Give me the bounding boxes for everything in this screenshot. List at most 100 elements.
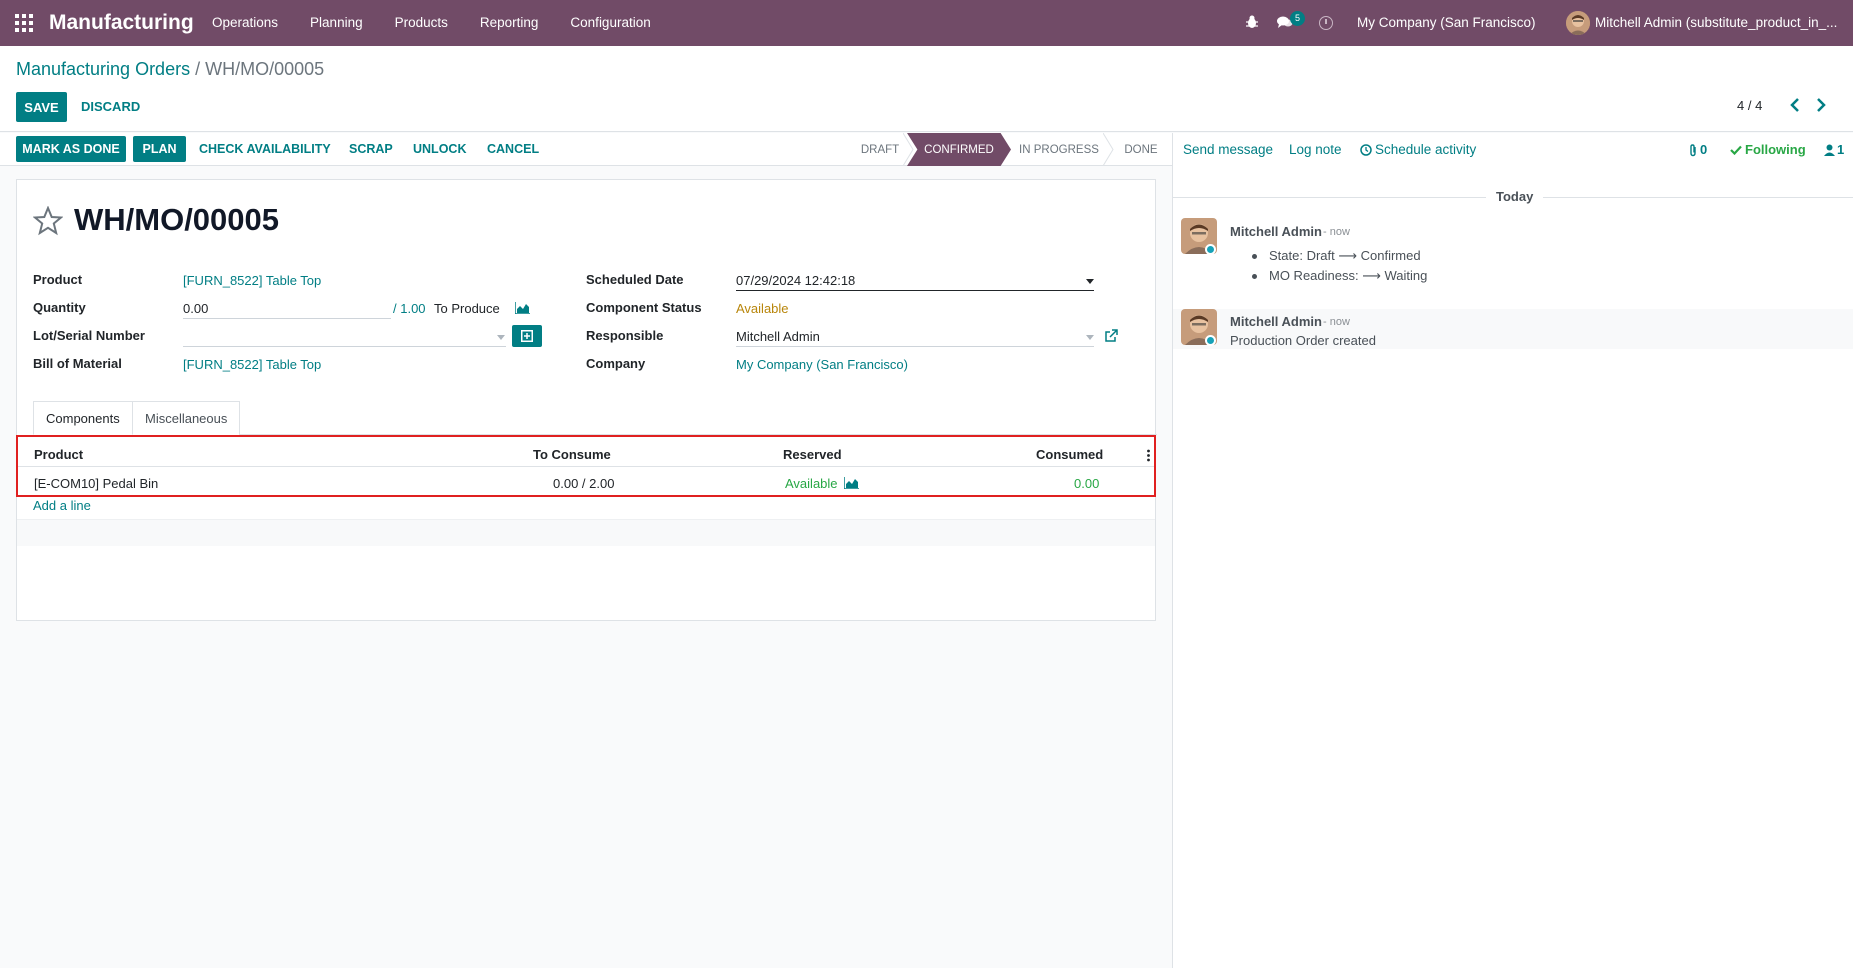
cancel-button[interactable]: CANCEL	[487, 142, 539, 156]
chatter-message: Mitchell Admin - now State: Draft ⟶ Conf…	[1173, 218, 1853, 298]
company-field[interactable]: My Company (San Francisco)	[736, 357, 908, 372]
breadcrumb-current: WH/MO/00005	[205, 59, 325, 79]
chatter-message: Mitchell Admin - now Production Order cr…	[1173, 309, 1853, 349]
online-status-dot	[1205, 244, 1216, 255]
send-message-button[interactable]: Send message	[1183, 142, 1273, 157]
menu-configuration[interactable]: Configuration	[570, 15, 650, 30]
form-sheet: WH/MO/00005 Product [FURN_8522] Table To…	[16, 179, 1157, 621]
component-status-value: Available	[736, 301, 789, 316]
quantity-input[interactable]: 0.00	[183, 301, 208, 316]
responsible-label: Responsible	[586, 328, 664, 343]
bullet	[1252, 274, 1257, 279]
message-body: Production Order created	[1230, 333, 1376, 348]
chevron-right-icon[interactable]	[1814, 96, 1828, 114]
pager-value[interactable]: 4 / 4	[1737, 98, 1762, 113]
chatter-panel: Send message Log note Schedule activity …	[1172, 133, 1853, 968]
column-consumed[interactable]: Consumed	[1036, 447, 1103, 462]
scheduled-date-label: Scheduled Date	[586, 272, 684, 287]
attachments-count[interactable]: 0	[1700, 142, 1707, 157]
menu-reporting[interactable]: Reporting	[480, 15, 539, 30]
mark-as-done-button[interactable]: MARK AS DONE	[16, 136, 126, 162]
clock-icon	[1360, 144, 1372, 156]
row-to-consume[interactable]: 0.00 / 2.00	[553, 476, 614, 491]
responsible-dropdown-icon[interactable]	[1086, 335, 1094, 340]
scheduled-date-input[interactable]: 07/29/2024 12:42:18	[736, 273, 855, 288]
row-product[interactable]: [E-COM10] Pedal Bin	[34, 476, 158, 491]
followers-count[interactable]: 1	[1837, 142, 1844, 157]
tab-components[interactable]: Components	[33, 401, 133, 435]
row-consumed[interactable]: 0.00	[1074, 476, 1099, 491]
chat-count-badge: 5	[1290, 11, 1305, 26]
components-table: Product To Consume Reserved Consumed [E-…	[16, 435, 1156, 497]
message-author[interactable]: Mitchell Admin	[1230, 224, 1322, 239]
stage-in-progress[interactable]: IN PROGRESS	[1018, 133, 1100, 166]
product-field[interactable]: [FURN_8522] Table Top	[183, 273, 321, 288]
scrap-button[interactable]: SCRAP	[349, 142, 393, 156]
quantity-label: Quantity	[33, 300, 86, 315]
column-reserved[interactable]: Reserved	[783, 447, 842, 462]
user-avatar[interactable]	[1566, 11, 1590, 35]
bom-label: Bill of Material	[33, 356, 122, 371]
message-author[interactable]: Mitchell Admin	[1230, 314, 1322, 329]
to-produce-label: To Produce	[434, 301, 500, 316]
add-line-link[interactable]: Add a line	[33, 498, 91, 513]
discard-button[interactable]: DISCARD	[81, 99, 140, 114]
schedule-activity-button[interactable]: Schedule activity	[1375, 142, 1476, 157]
breadcrumb-parent[interactable]: Manufacturing Orders	[16, 59, 190, 79]
date-dropdown-icon[interactable]	[1086, 279, 1094, 284]
message-date: - now	[1323, 316, 1350, 328]
optional-columns-icon[interactable]	[1147, 449, 1150, 462]
company-label: Company	[586, 356, 646, 371]
breadcrumb: Manufacturing Orders / WH/MO/00005	[16, 59, 324, 80]
control-panel: Manufacturing Orders / WH/MO/00005 SAVE …	[0, 46, 1853, 132]
header-separator	[18, 466, 1154, 467]
external-link-icon[interactable]	[1104, 329, 1118, 343]
responsible-input[interactable]: Mitchell Admin	[736, 329, 820, 344]
forecast-chart-icon[interactable]	[844, 477, 859, 489]
quantity-total: / 1.00	[393, 301, 426, 316]
lot-underline	[183, 346, 506, 347]
stage-done[interactable]: DONE	[1118, 133, 1164, 166]
log-note-button[interactable]: Log note	[1289, 142, 1342, 157]
today-label: Today	[1486, 189, 1544, 204]
user-menu[interactable]: Mitchell Admin (substitute_product_in_..…	[1595, 15, 1837, 30]
activity-clock-icon[interactable]	[1319, 16, 1333, 30]
forecast-chart-icon[interactable]	[515, 302, 530, 314]
tab-miscellaneous[interactable]: Miscellaneous	[133, 401, 241, 435]
tracking-line-readiness: MO Readiness: ⟶ Waiting	[1269, 268, 1428, 283]
check-icon	[1730, 145, 1742, 155]
lot-create-button[interactable]	[512, 325, 542, 347]
check-availability-button[interactable]: CHECK AVAILABILITY	[199, 142, 331, 156]
bug-icon[interactable]	[1246, 15, 1258, 29]
app-name[interactable]: Manufacturing	[49, 11, 194, 35]
lot-dropdown-icon[interactable]	[497, 335, 505, 340]
stage-separator	[1103, 133, 1114, 166]
record-title: WH/MO/00005	[74, 202, 280, 237]
following-button[interactable]: Following	[1745, 142, 1806, 157]
user-icon	[1824, 144, 1835, 156]
apps-grid-icon[interactable]	[15, 14, 33, 32]
top-navbar: Manufacturing Operations Planning Produc…	[0, 0, 1853, 46]
stage-confirmed[interactable]: CONFIRMED	[907, 133, 1011, 166]
stage-draft[interactable]: DRAFT	[856, 133, 904, 166]
menu-products[interactable]: Products	[395, 15, 448, 30]
scheduled-date-underline	[736, 290, 1094, 291]
quantity-underline	[183, 318, 391, 319]
unlock-button[interactable]: UNLOCK	[413, 142, 466, 156]
main-menu: Operations Planning Products Reporting C…	[212, 15, 683, 30]
plan-button[interactable]: PLAN	[133, 136, 186, 162]
star-icon[interactable]	[33, 206, 63, 236]
save-button[interactable]: SAVE	[16, 92, 67, 122]
bom-field[interactable]: [FURN_8522] Table Top	[183, 357, 321, 372]
column-to-consume[interactable]: To Consume	[533, 447, 611, 462]
form-statusbar: MARK AS DONE PLAN CHECK AVAILABILITY SCR…	[0, 133, 1172, 166]
component-status-label: Component Status	[586, 300, 702, 315]
chevron-left-icon[interactable]	[1788, 96, 1802, 114]
company-switcher[interactable]: My Company (San Francisco)	[1357, 15, 1536, 30]
column-product[interactable]: Product	[34, 447, 83, 462]
menu-operations[interactable]: Operations	[212, 15, 278, 30]
lot-label: Lot/Serial Number	[33, 328, 145, 343]
menu-planning[interactable]: Planning	[310, 15, 363, 30]
product-label: Product	[33, 272, 83, 287]
plus-square-icon	[521, 330, 533, 342]
